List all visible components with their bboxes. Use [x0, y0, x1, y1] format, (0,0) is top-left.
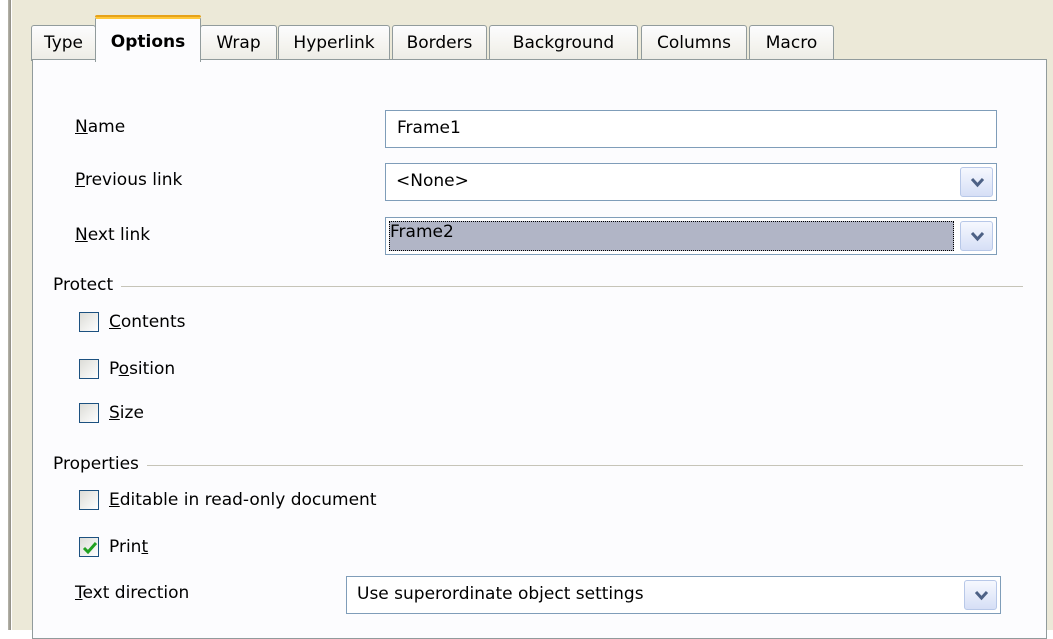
- previous-link-dropdown-button[interactable]: [960, 167, 993, 197]
- contents-checkbox[interactable]: [79, 312, 99, 332]
- frame-options-dialog: Type Options Wrap Hyperlink Borders Back…: [12, 0, 1053, 639]
- chevron-down-icon: [971, 178, 984, 188]
- tab-borders[interactable]: Borders: [392, 25, 487, 61]
- previous-link-select[interactable]: <None>: [385, 163, 997, 201]
- next-link-label: Next link: [75, 225, 151, 245]
- properties-group-line: [53, 465, 1023, 466]
- next-link-dropdown-button[interactable]: [960, 221, 993, 251]
- name-input[interactable]: Frame1: [385, 110, 997, 148]
- tab-type[interactable]: Type: [31, 25, 96, 61]
- properties-group-label: Properties: [53, 454, 147, 474]
- protect-group-label: Protect: [53, 275, 122, 295]
- tab-macro[interactable]: Macro: [749, 25, 834, 61]
- size-label: Size: [109, 403, 144, 423]
- editable-label: Editable in read-only document: [109, 490, 377, 510]
- name-label: Name: [75, 117, 126, 137]
- next-link-value: Frame2: [390, 222, 454, 242]
- position-label: Position: [109, 359, 176, 379]
- tab-options[interactable]: Options: [95, 15, 201, 62]
- previous-link-label: Previous link: [75, 170, 183, 190]
- contents-label: Contents: [109, 312, 186, 332]
- checkmark-icon: [82, 542, 98, 555]
- editable-checkbox[interactable]: [79, 490, 99, 510]
- protect-group-line: [53, 286, 1023, 287]
- tab-hyperlink[interactable]: Hyperlink: [278, 25, 390, 61]
- next-link-select[interactable]: Frame2: [385, 217, 997, 255]
- next-link-focus-highlight: [389, 221, 954, 251]
- print-label: Print: [109, 537, 149, 557]
- text-direction-select[interactable]: Use superordinate object settings: [346, 576, 1001, 614]
- size-checkbox[interactable]: [79, 403, 99, 423]
- tab-wrap[interactable]: Wrap: [200, 25, 277, 61]
- previous-link-value: <None>: [396, 171, 469, 191]
- chevron-down-icon: [975, 591, 988, 601]
- options-panel: Name Frame1 Previous link <None> Next li…: [32, 59, 1047, 639]
- text-direction-label: Text direction: [75, 583, 190, 603]
- tab-columns[interactable]: Columns: [641, 25, 747, 61]
- chevron-down-icon: [971, 232, 984, 242]
- text-direction-value: Use superordinate object settings: [357, 584, 644, 604]
- text-direction-dropdown-button[interactable]: [964, 580, 997, 610]
- tab-background[interactable]: Background: [489, 25, 638, 61]
- position-checkbox[interactable]: [79, 359, 99, 379]
- print-checkbox[interactable]: [79, 537, 99, 557]
- window-edge: [0, 0, 12, 630]
